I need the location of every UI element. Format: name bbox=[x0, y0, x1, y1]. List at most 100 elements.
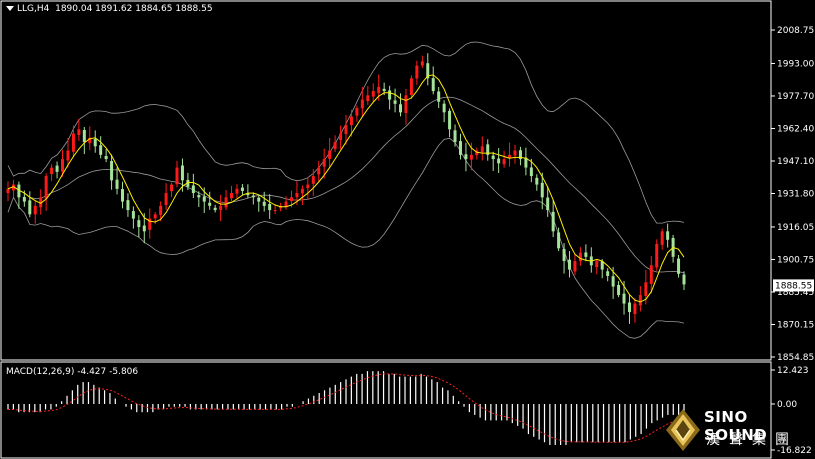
last-price-label: 1888.55 bbox=[775, 281, 812, 291]
candle-body bbox=[104, 156, 108, 160]
candle-body bbox=[355, 108, 359, 116]
price-axis: 2008.75 1993.00 1977.70 1962.40 1947.10 1931.… bbox=[771, 26, 814, 363]
sino-sound-logo: SINO SOUND 漢聲集團 bbox=[664, 405, 814, 457]
y-tick-label: 1870.15 bbox=[777, 320, 814, 330]
candlesticks bbox=[6, 53, 686, 324]
candle-body bbox=[235, 188, 239, 194]
candle-body bbox=[213, 207, 217, 211]
macd-label: MACD(12,26,9) bbox=[6, 367, 75, 377]
candle-body bbox=[562, 248, 566, 262]
candle-body bbox=[453, 130, 457, 143]
dropdown-triangle-icon[interactable] bbox=[6, 6, 14, 11]
candle-body bbox=[529, 167, 533, 177]
candle-body bbox=[540, 182, 544, 198]
candle-body bbox=[382, 88, 386, 92]
candle-body bbox=[682, 274, 686, 285]
chart-frame bbox=[0, 0, 772, 459]
candle-body bbox=[606, 271, 610, 276]
lower-band-line bbox=[7, 137, 685, 339]
candle-body bbox=[349, 116, 353, 126]
candle-body bbox=[644, 282, 648, 296]
candle-body bbox=[66, 150, 70, 161]
candle-body bbox=[131, 211, 135, 219]
candle-body bbox=[333, 142, 337, 150]
candle-body bbox=[655, 244, 659, 268]
candle-body bbox=[153, 214, 157, 219]
candle-body bbox=[164, 193, 168, 206]
candle-body bbox=[50, 167, 54, 175]
y-tick-label: 1854.85 bbox=[777, 353, 814, 363]
moving-average bbox=[7, 74, 685, 303]
candle-body bbox=[170, 184, 174, 192]
candle-body bbox=[627, 302, 631, 313]
candle-body bbox=[420, 61, 424, 66]
candle-body bbox=[388, 90, 392, 100]
candle-body bbox=[366, 95, 370, 102]
candle-body bbox=[622, 293, 626, 304]
diamond-logo-icon bbox=[666, 409, 700, 451]
candle-body bbox=[617, 284, 621, 296]
candle-body bbox=[82, 129, 86, 143]
candle-body bbox=[535, 177, 539, 185]
candle-body bbox=[126, 200, 130, 211]
ma-line bbox=[7, 74, 685, 303]
candle-body bbox=[551, 211, 555, 232]
logo-chinese: 漢聲集團 bbox=[706, 432, 798, 448]
candle-body bbox=[268, 203, 272, 211]
macd-tick-label: 12.423 bbox=[777, 366, 809, 376]
candle-body bbox=[159, 205, 163, 215]
y-tick-label: 1947.10 bbox=[777, 157, 814, 167]
candle-body bbox=[306, 184, 310, 189]
candle-body bbox=[300, 188, 304, 194]
candle-body bbox=[28, 200, 32, 215]
candle-body bbox=[611, 276, 615, 287]
chart-header: LLG,H4 1890.04 1891.62 1884.65 1888.55 bbox=[6, 4, 213, 14]
candle-body bbox=[404, 95, 408, 113]
candle-body bbox=[649, 265, 653, 284]
candle-body bbox=[44, 176, 48, 199]
candle-body bbox=[219, 205, 223, 210]
candle-body bbox=[311, 176, 315, 184]
macd-values: -4.427 -5.806 bbox=[77, 367, 139, 377]
candle-body bbox=[180, 165, 184, 181]
y-tick-label: 1993.00 bbox=[777, 59, 814, 69]
candle-body bbox=[328, 150, 332, 159]
candle-body bbox=[633, 303, 637, 315]
y-tick-label: 1962.40 bbox=[777, 124, 814, 134]
candle-body bbox=[344, 125, 348, 135]
candle-body bbox=[273, 210, 277, 212]
candle-body bbox=[371, 91, 375, 97]
candle-body bbox=[437, 91, 441, 102]
candle-body bbox=[546, 197, 550, 211]
candle-body bbox=[61, 159, 65, 172]
candle-body bbox=[197, 195, 201, 198]
candle-body bbox=[99, 145, 103, 155]
candle-body bbox=[458, 141, 462, 155]
candle-body bbox=[502, 159, 506, 165]
candle-body bbox=[431, 78, 435, 92]
candle-body bbox=[322, 159, 326, 167]
candle-body bbox=[262, 201, 266, 206]
candle-body bbox=[120, 189, 124, 202]
candle-body bbox=[317, 167, 321, 175]
candle-body bbox=[377, 86, 381, 94]
y-tick-label: 1916.05 bbox=[777, 223, 814, 233]
candle-body bbox=[491, 155, 495, 160]
candle-body bbox=[513, 150, 517, 156]
bollinger-bands bbox=[7, 41, 685, 339]
candle-body bbox=[399, 104, 403, 113]
candle-body bbox=[638, 295, 642, 306]
candle-body bbox=[289, 197, 293, 202]
candle-body bbox=[71, 133, 75, 152]
candle-body bbox=[409, 78, 413, 96]
candle-body bbox=[33, 205, 37, 215]
candle-body bbox=[442, 103, 446, 113]
candle-body bbox=[660, 231, 664, 245]
candle-body bbox=[191, 185, 195, 194]
candle-body bbox=[464, 154, 468, 160]
candle-body bbox=[415, 65, 419, 79]
candle-body bbox=[339, 133, 343, 141]
candle-body bbox=[202, 196, 206, 202]
candle-body bbox=[448, 110, 452, 130]
candle-body bbox=[360, 99, 364, 109]
